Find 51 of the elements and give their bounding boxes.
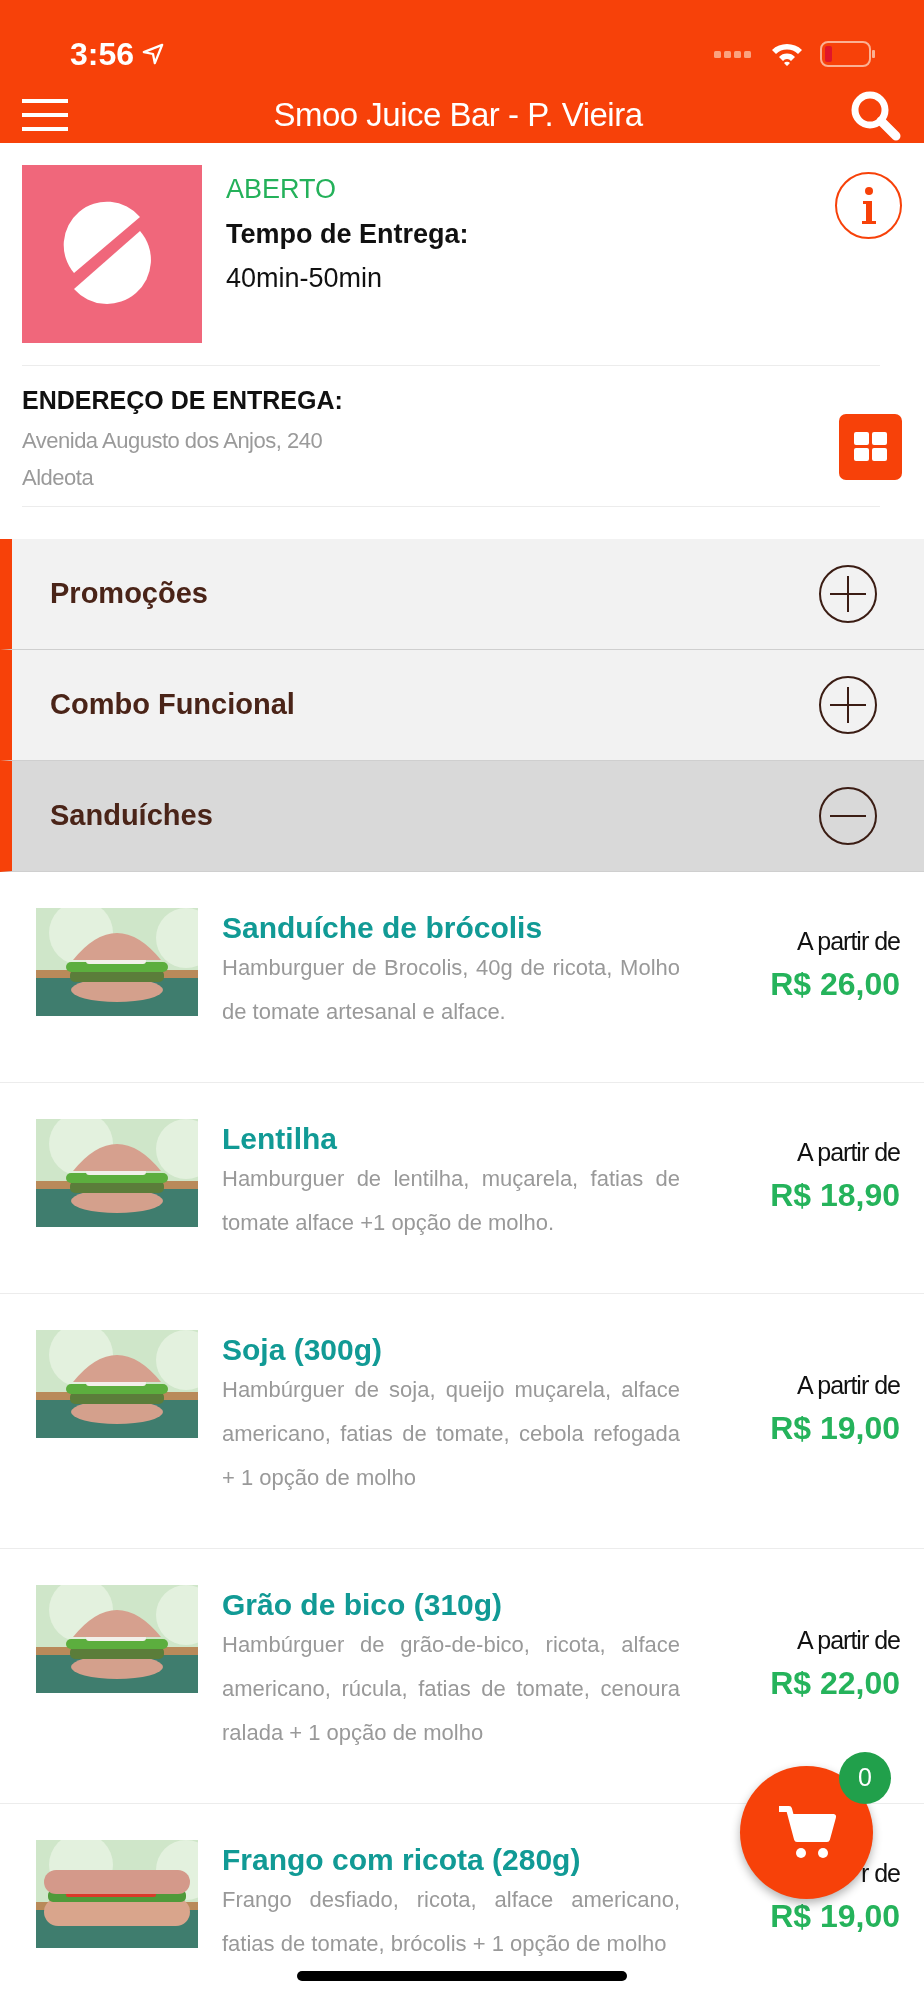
menu-icon[interactable] — [22, 99, 68, 131]
category-row[interactable]: Promoções — [0, 538, 924, 650]
category-label: Combo Funcional — [50, 686, 295, 722]
cart-count-badge: 0 — [839, 1752, 891, 1804]
product-description: Hamburguer de Brocolis, 40g de ricota, Molho de tomate artesanal e alface. — [222, 953, 680, 1026]
delivery-time-label: Tempo de Entrega: — [226, 217, 469, 251]
product-card[interactable]: Sanduíche de brócolis Hamburguer de Brocolis, 40g de ricota, Molho de tomate artesanal e alface. A partir de R$ 26,00 — [0, 871, 924, 1083]
product-description: Frango desfiado, ricota, alface americano, fatias de tomate, brócolis + 1 opção de molho — [222, 1885, 680, 1958]
price-from-label: r de — [860, 1857, 900, 1889]
cart-icon — [776, 1804, 837, 1861]
grid-icon — [853, 432, 888, 462]
category-row[interactable]: Combo Funcional — [0, 649, 924, 761]
product-card[interactable]: Soja (300g) Hambúrguer de soja, queijo muçarela, alface americano, fatias de tomate, cebola refogada + 1 opção de molho A partir de R$ 19,00 — [0, 1293, 924, 1549]
grid-button[interactable] — [839, 414, 902, 480]
delivery-time: 40min-50min — [226, 262, 384, 295]
signal-icon — [714, 49, 754, 59]
product-name: Lentilha — [222, 1120, 338, 1157]
product-price: R$ 26,00 — [770, 965, 900, 1005]
price-from-label: A partir de — [797, 1136, 900, 1168]
product-price: R$ 19,00 — [770, 1897, 900, 1937]
price-from-label: A partir de — [797, 925, 900, 957]
product-price: R$ 18,90 — [770, 1176, 900, 1216]
product-name: Soja (300g) — [222, 1331, 384, 1368]
product-name: Sanduíche de brócolis — [222, 909, 544, 946]
product-card[interactable]: Lentilha Hamburguer de lentilha, muçarela, fatias de tomate alface +1 opção de molho. A partir de R$ 18,90 — [0, 1082, 924, 1294]
cart-button[interactable] — [740, 1766, 873, 1899]
product-price: R$ 19,00 — [770, 1409, 900, 1449]
store-status: ABERTO — [226, 173, 338, 206]
product-description: Hamburguer de lentilha, muçarela, fatias de tomate alface +1 opção de molho. — [222, 1164, 680, 1237]
info-icon[interactable] — [835, 172, 902, 239]
battery-icon — [820, 41, 876, 67]
plus-circle-icon — [818, 674, 878, 735]
address-line: Aldeota — [22, 463, 95, 492]
price-from-label: A partir de — [797, 1369, 900, 1401]
product-price: R$ 22,00 — [770, 1664, 900, 1704]
product-description: Hambúrguer de soja, queijo muçarela, alface americano, fatias de tomate, cebola refogada + 1 opção de molho — [222, 1375, 680, 1492]
category-label: Sanduíches — [50, 797, 213, 833]
minus-circle-icon — [818, 785, 878, 846]
plus-circle-icon — [818, 563, 878, 624]
category-label: Promoções — [50, 575, 208, 611]
price-from-label: A partir de — [797, 1624, 900, 1656]
address-label: ENDEREÇO DE ENTREGA: — [22, 385, 343, 416]
address-line: Avenida Augusto dos Anjos, 240 — [22, 426, 324, 455]
category-row[interactable]: Sanduíches — [0, 760, 924, 872]
status-time: 3:56 — [70, 35, 135, 74]
product-name: Grão de bico (310g) — [222, 1586, 504, 1623]
product-name: Frango com ricota (280g) — [222, 1841, 582, 1878]
product-description: Hambúrguer de grão-de-bico, ricota, alface americano, rúcula, fatias de tomate, cenoura ralada + 1 opção de molho — [222, 1630, 680, 1747]
wifi-icon — [770, 41, 804, 67]
window-title: Smoo Juice Bar - P. Vieira — [273, 95, 643, 136]
location-arrow-icon — [142, 43, 165, 65]
